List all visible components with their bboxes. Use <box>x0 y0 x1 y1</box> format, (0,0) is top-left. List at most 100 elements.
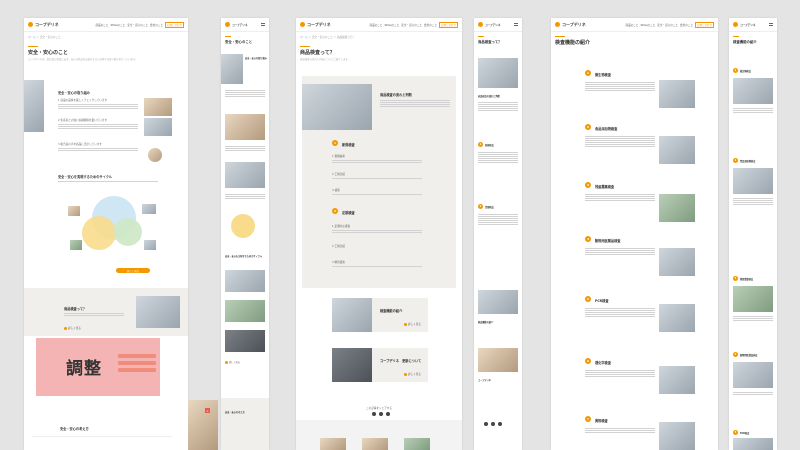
card-update-photo <box>332 348 372 382</box>
mobile-logo[interactable]: コープデリネ <box>733 22 767 27</box>
site-header: コープデリネ 商品のこと SDGsのこと 安全・安心のこと 会社のこと お問い合… <box>551 18 718 32</box>
card-functions-photo[interactable] <box>478 290 518 314</box>
nav-products[interactable]: 商品のこと <box>370 23 383 27</box>
card-update-title[interactable]: コープデリネ <box>478 378 491 382</box>
card-update-title: コープデリネ 更新について <box>380 359 422 363</box>
hamburger-icon[interactable] <box>261 23 265 26</box>
logo-text: コープデリネ <box>232 23 248 27</box>
item-7-photo <box>659 422 695 450</box>
contact-button[interactable]: お問い合わせ <box>164 21 184 28</box>
arrow-icon <box>404 322 407 326</box>
inspection-card-more-label: 詳しく見る <box>68 327 81 330</box>
nav-products[interactable]: 商品のこと <box>626 23 639 27</box>
side-photo-fragment <box>188 400 218 450</box>
global-nav: 商品のこと SDGsのこと 安全・安心のこと 会社のこと <box>370 23 437 27</box>
inspection-card-more[interactable]: 詳しく見る <box>64 326 81 330</box>
item-2-title: 食品添加物検査 <box>595 127 618 131</box>
card-update-photo[interactable] <box>478 348 518 372</box>
nav-company[interactable]: 会社のこと <box>150 23 163 27</box>
logo-icon <box>28 22 33 27</box>
step-1-title: 新規検査 <box>342 143 355 147</box>
cycle-photo-1 <box>68 206 80 216</box>
flow-photo <box>302 84 372 130</box>
card-functions-photo <box>332 298 372 332</box>
contact-button[interactable]: お問い合わせ <box>438 21 458 28</box>
item-4-badge: 4 <box>733 352 738 357</box>
hamburger-icon[interactable] <box>769 23 773 26</box>
footer-photo-2[interactable] <box>362 438 388 450</box>
logo-icon <box>733 22 738 27</box>
item-3-badge: 3 <box>733 276 738 281</box>
point-2-text <box>58 124 138 130</box>
card-functions-title[interactable]: 検査機能の紹介 <box>478 320 493 324</box>
footer-photo-1[interactable] <box>320 438 346 450</box>
card-functions-more[interactable]: 詳しく見る <box>404 322 421 326</box>
site-logo[interactable]: コープデリネ <box>28 22 94 28</box>
nav-sdgs[interactable]: SDGsのこと <box>384 23 399 27</box>
page-title: 商品検査って？ <box>300 50 335 56</box>
step-1-text <box>478 152 518 164</box>
item-1-photo <box>659 80 695 108</box>
twitter-icon[interactable] <box>491 422 495 426</box>
mobile-logo[interactable]: コープデリネ <box>225 22 259 27</box>
mobile-logo[interactable]: コープデリネ <box>478 22 512 27</box>
item-4-text <box>585 248 655 256</box>
point-2-photo <box>144 118 172 136</box>
banner-text: 調整 <box>66 359 102 379</box>
point-2: 2 生産者との強い信頼関係を築いています <box>58 119 108 122</box>
logo-icon <box>478 22 483 27</box>
step-1-title: 新規検査 <box>485 144 494 147</box>
nav-company[interactable]: 会社のこと <box>680 23 693 27</box>
global-nav: 商品のこと SDGsのこと 安全・安心のこと 会社のこと <box>626 23 693 27</box>
item-4-photo <box>733 362 773 388</box>
item-2-badge: 2 <box>585 124 591 130</box>
item-5-title: PCR検査 <box>595 299 609 303</box>
facebook-icon[interactable] <box>484 422 488 426</box>
facebook-icon[interactable] <box>372 412 376 416</box>
page-functions-desktop: コープデリネ 商品のこと SDGsのこと 安全・安心のこと 会社のこと お問い合… <box>551 18 718 450</box>
breadcrumb[interactable]: ホーム ＞ 安全・安心のこと <box>24 32 188 42</box>
section-cycle-title: 安全・安心を実現するためのサイクル <box>58 175 113 179</box>
item-2-photo <box>733 168 773 194</box>
card-update-more[interactable]: 詳しく見る <box>404 372 421 376</box>
step-2-sub-3: 3 精密検査 <box>332 261 345 264</box>
item-6-text <box>585 370 655 378</box>
footer-photo-3[interactable] <box>404 438 430 450</box>
arrow-icon <box>64 326 67 330</box>
nav-safety[interactable]: 安全・安心のこと <box>127 23 148 27</box>
item-3-title: 残留農薬検査 <box>595 185 615 189</box>
nav-sdgs[interactable]: SDGsのこと <box>640 23 655 27</box>
nav-company[interactable]: 会社のこと <box>424 23 437 27</box>
page-inspection-desktop: コープデリネ 商品のこと SDGsのこと 安全・安心のこと 会社のこと お問い合… <box>296 18 462 450</box>
cycle-description <box>58 181 158 183</box>
contact-button[interactable]: お問い合わせ <box>694 21 714 28</box>
site-logo[interactable]: コープデリネ <box>555 22 624 28</box>
step-2-badge: 2 <box>332 208 338 214</box>
side-close-icon[interactable]: × <box>205 408 210 413</box>
cycle-more-button[interactable]: 詳しく見る <box>116 268 150 273</box>
nav-sdgs[interactable]: SDGsのこと <box>110 23 125 27</box>
share-icons <box>484 422 502 426</box>
mobile-more-link[interactable]: 詳しく見る <box>225 360 240 364</box>
item-1-text <box>733 108 773 114</box>
twitter-icon[interactable] <box>379 412 383 416</box>
adjustment-banner: 調整 <box>36 338 160 396</box>
global-nav: 商品のこと SDGsのこと 安全・安心のこと 会社のこと <box>96 23 163 27</box>
instagram-icon[interactable] <box>386 412 390 416</box>
hamburger-icon[interactable] <box>514 23 518 26</box>
flow-text <box>478 102 518 112</box>
instagram-icon[interactable] <box>498 422 502 426</box>
inspection-card-title[interactable]: 商品検査って？ <box>64 306 86 311</box>
nav-safety[interactable]: 安全・安心のこと <box>401 23 422 27</box>
banner-bars <box>118 354 156 375</box>
breadcrumb[interactable]: ホーム ＞ 安全・安心のこと ＞ 商品検査って？ <box>296 32 462 42</box>
page-safety-mobile: コープデリネ 安全・安心のこと 安全・安心の取り組み 安全・安心を実現するための… <box>221 18 269 450</box>
step-1-sub-2: 2 工場点検 <box>332 173 345 176</box>
nav-products[interactable]: 商品のこと <box>96 23 109 27</box>
nav-safety[interactable]: 安全・安心のこと <box>657 23 678 27</box>
point-1: 1 商品の品質を厳しくチェックしています <box>58 99 108 102</box>
item-5-title: PCR検査 <box>740 432 750 435</box>
logo-text: コープデリネ <box>562 21 586 27</box>
site-logo[interactable]: コープデリネ <box>300 22 368 28</box>
item-6-photo <box>659 366 695 394</box>
